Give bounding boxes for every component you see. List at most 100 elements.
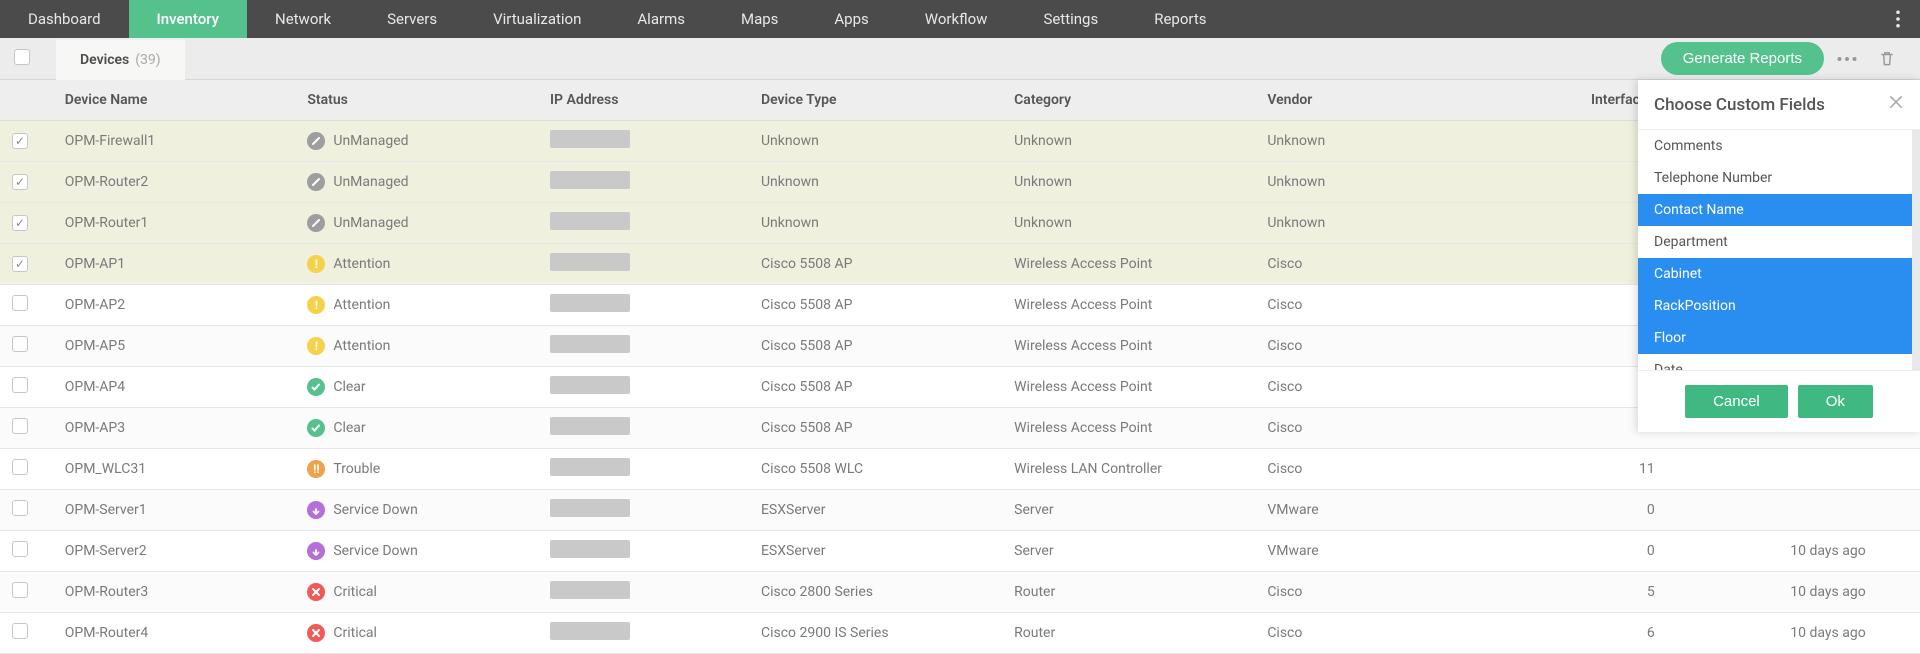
row-checkbox[interactable]: [12, 418, 28, 434]
devices-tab[interactable]: Devices (39): [56, 38, 185, 80]
nav-apps[interactable]: Apps: [806, 0, 896, 38]
nav-dashboard[interactable]: Dashboard: [0, 0, 129, 38]
col-status[interactable]: Status: [295, 80, 538, 121]
cell-category: Wireless Access Point: [1002, 408, 1255, 449]
row-checkbox[interactable]: [12, 336, 28, 352]
cell-ip: [538, 326, 749, 367]
status-unmanaged-icon: [307, 173, 325, 191]
table-row[interactable]: OPM-AP4ClearCisco 5508 APWireless Access…: [0, 367, 1920, 408]
status-clear-icon: [307, 419, 325, 437]
col-vendor[interactable]: Vendor: [1255, 80, 1498, 121]
table-row[interactable]: OPM-AP3ClearCisco 5508 APWireless Access…: [0, 408, 1920, 449]
cell-vendor: Cisco: [1255, 285, 1498, 326]
table-row[interactable]: OPM-Router1UnManagedUnknownUnknownUnknow…: [0, 203, 1920, 244]
cell-status: !Attention: [307, 337, 526, 355]
ip-redacted: [550, 622, 630, 640]
table-row[interactable]: OPM-AP1!AttentionCisco 5508 APWireless A…: [0, 244, 1920, 285]
popover-title: Choose Custom Fields: [1654, 95, 1825, 115]
status-unmanaged-icon: [307, 214, 325, 232]
cell-discovered: 10 days ago: [1667, 613, 1878, 654]
cancel-button[interactable]: Cancel: [1685, 385, 1788, 418]
cell-ip: [538, 121, 749, 162]
ok-button[interactable]: Ok: [1798, 385, 1873, 418]
cell-status: Service Down: [307, 542, 526, 560]
table-row[interactable]: OPM-Router2UnManagedUnknownUnknownUnknow…: [0, 162, 1920, 203]
field-option[interactable]: Department: [1638, 226, 1912, 258]
row-checkbox[interactable]: [12, 174, 28, 190]
select-all-checkbox[interactable]: [14, 49, 30, 69]
more-options-icon[interactable]: [1830, 42, 1864, 76]
nav-network[interactable]: Network: [247, 0, 359, 38]
status-attention-icon: !: [307, 255, 325, 273]
row-checkbox[interactable]: [12, 459, 28, 475]
cell-status: !Attention: [307, 296, 526, 314]
nav-reports[interactable]: Reports: [1126, 0, 1234, 38]
cell-category: Wireless Access Point: [1002, 285, 1255, 326]
nav-settings[interactable]: Settings: [1015, 0, 1126, 38]
nav-maps[interactable]: Maps: [713, 0, 806, 38]
close-icon[interactable]: [1888, 94, 1904, 115]
cell-type: ESXServer: [749, 531, 1002, 572]
nav-workflow[interactable]: Workflow: [897, 0, 1016, 38]
row-checkbox[interactable]: [12, 295, 28, 311]
field-option[interactable]: Comments: [1638, 130, 1912, 162]
cell-category: Wireless Access Point: [1002, 367, 1255, 408]
cell-device-name: OPM-Firewall1: [53, 121, 296, 162]
cell-vendor: Cisco: [1255, 244, 1498, 285]
row-checkbox[interactable]: [12, 133, 28, 149]
field-option[interactable]: RackPosition: [1638, 290, 1912, 322]
row-checkbox[interactable]: [12, 623, 28, 639]
cell-type: Cisco 5508 AP: [749, 367, 1002, 408]
nav-alarms[interactable]: Alarms: [609, 0, 713, 38]
status-attention-icon: !: [307, 296, 325, 314]
table-row[interactable]: OPM-AP5!AttentionCisco 5508 APWireless A…: [0, 326, 1920, 367]
col-ip[interactable]: IP Address: [538, 80, 749, 121]
cell-category: Wireless Access Point: [1002, 244, 1255, 285]
cell-status: Critical: [307, 624, 526, 642]
table-row[interactable]: OPM-Server1Service DownESXServerServerVM…: [0, 490, 1920, 531]
table-row[interactable]: OPM-Server2Service DownESXServerServerVM…: [0, 531, 1920, 572]
field-option[interactable]: Floor: [1638, 322, 1912, 354]
nav-menu-icon[interactable]: [1884, 0, 1912, 38]
table-row[interactable]: OPM-Router3CriticalCisco 2800 SeriesRout…: [0, 572, 1920, 613]
generate-reports-button[interactable]: Generate Reports: [1661, 42, 1824, 75]
ip-redacted: [550, 171, 630, 189]
field-option[interactable]: Contact Name: [1638, 194, 1912, 226]
cell-status: !!Trouble: [307, 460, 526, 478]
row-checkbox[interactable]: [12, 582, 28, 598]
field-option[interactable]: Telephone Number: [1638, 162, 1912, 194]
cell-status: UnManaged: [307, 173, 526, 191]
field-option[interactable]: Date: [1638, 354, 1912, 370]
nav-servers[interactable]: Servers: [359, 0, 465, 38]
ip-redacted: [550, 499, 630, 517]
cell-ip: [538, 449, 749, 490]
cell-interfaces: 0: [1498, 531, 1667, 572]
cell-category: Unknown: [1002, 203, 1255, 244]
table-row[interactable]: OPM_WLC31!!TroubleCisco 5508 WLCWireless…: [0, 449, 1920, 490]
table-row[interactable]: OPM-AP2!AttentionCisco 5508 APWireless A…: [0, 285, 1920, 326]
status-critical-icon: [307, 624, 325, 642]
col-device-name[interactable]: Device Name: [53, 80, 296, 121]
row-checkbox[interactable]: [12, 256, 28, 272]
nav-inventory[interactable]: Inventory: [129, 0, 247, 38]
row-checkbox[interactable]: [12, 215, 28, 231]
device-table: Device Name Status IP Address Device Typ…: [0, 80, 1920, 654]
nav-virtualization[interactable]: Virtualization: [465, 0, 609, 38]
col-type[interactable]: Device Type: [749, 80, 1002, 121]
cell-ip: [538, 531, 749, 572]
devices-tab-title: Devices: [80, 52, 129, 68]
cell-vendor: Cisco: [1255, 367, 1498, 408]
row-checkbox[interactable]: [12, 541, 28, 557]
table-row[interactable]: OPM-Firewall1UnManagedUnknownUnknownUnkn…: [0, 121, 1920, 162]
table-row[interactable]: OPM-Router4CriticalCisco 2900 IS SeriesR…: [0, 613, 1920, 654]
col-category[interactable]: Category: [1002, 80, 1255, 121]
row-checkbox[interactable]: [12, 377, 28, 393]
status-attention-icon: !: [307, 337, 325, 355]
cell-vendor: Cisco: [1255, 572, 1498, 613]
cell-type: Unknown: [749, 121, 1002, 162]
field-option[interactable]: Cabinet: [1638, 258, 1912, 290]
cell-type: ESXServer: [749, 490, 1002, 531]
ip-redacted: [550, 294, 630, 312]
row-checkbox[interactable]: [12, 500, 28, 516]
delete-icon[interactable]: [1870, 42, 1904, 76]
